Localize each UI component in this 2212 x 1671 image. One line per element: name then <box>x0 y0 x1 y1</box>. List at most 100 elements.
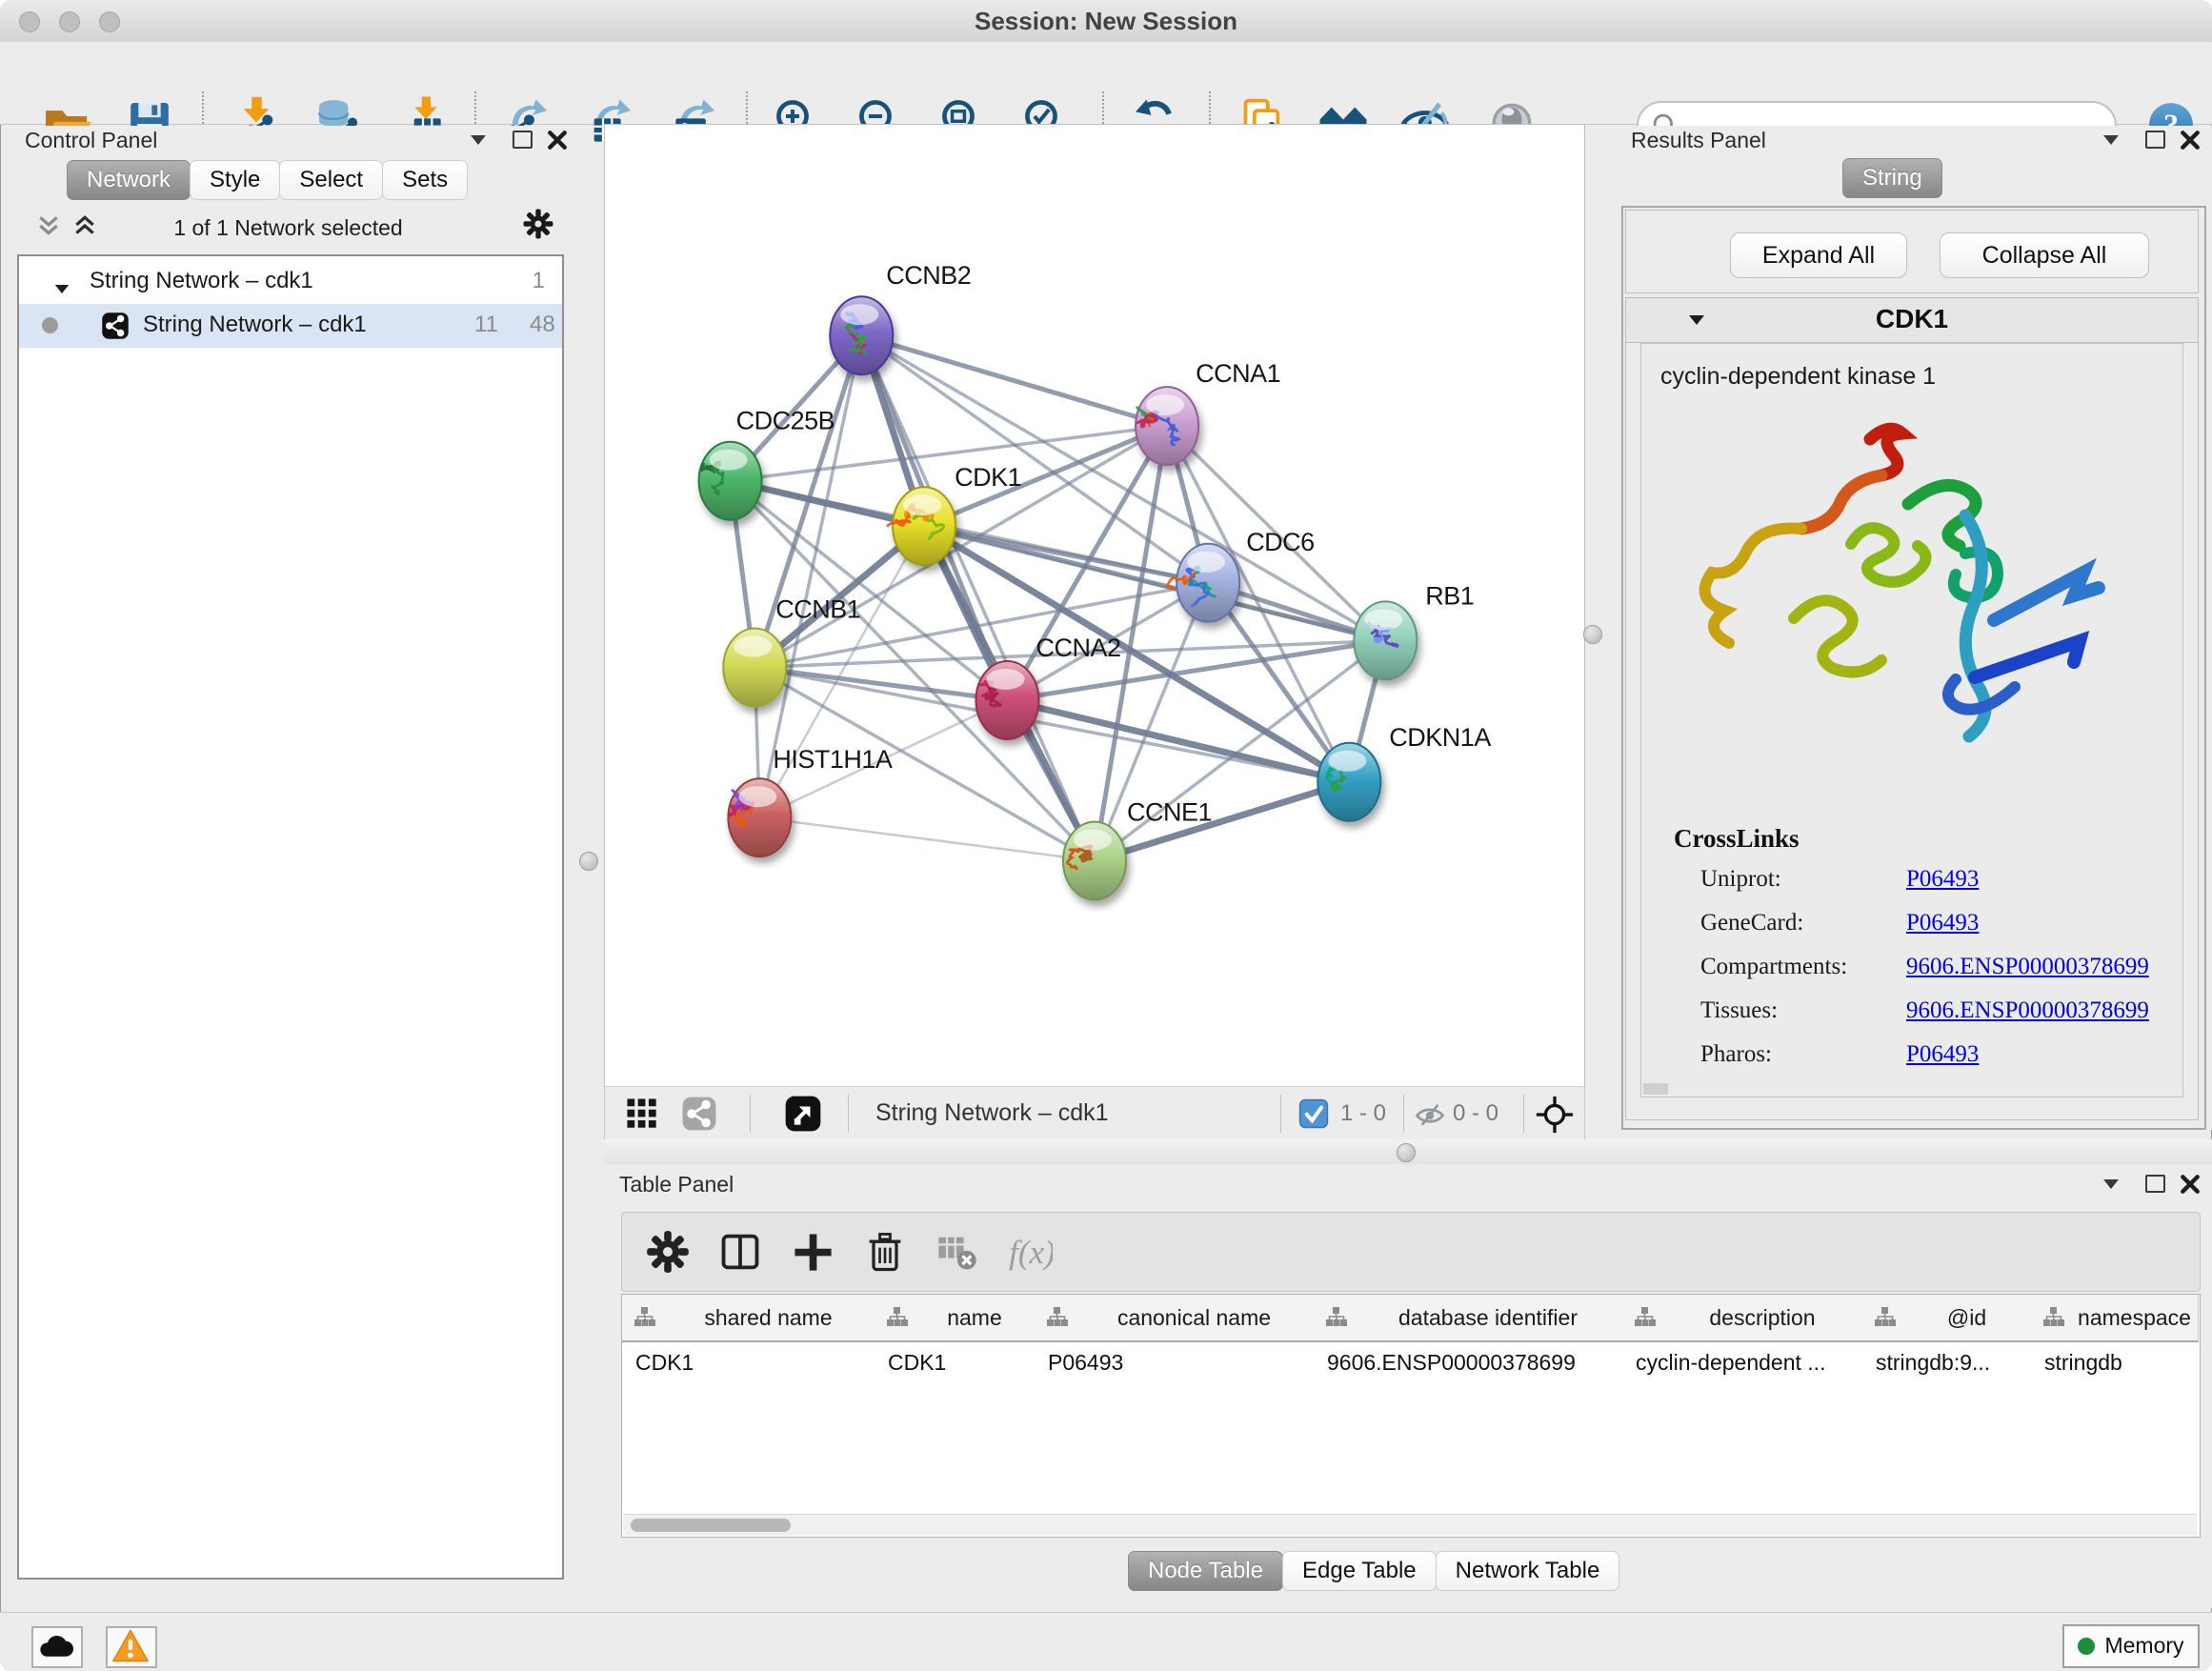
close-control-panel-icon[interactable] <box>547 130 568 155</box>
column-function-icon[interactable] <box>1046 1306 1069 1334</box>
crosslink-value-link[interactable]: P06493 <box>1906 910 1979 936</box>
column-header-label: @id <box>1904 1295 2029 1340</box>
delete-table-icon <box>935 1229 980 1275</box>
tab-string[interactable]: String <box>1842 158 1942 198</box>
column-header--id[interactable]: @id <box>1862 1295 2032 1342</box>
node-label-CDC25B: CDC25B <box>736 407 835 435</box>
collapse-all-button[interactable]: Collapse All <box>1940 232 2149 278</box>
float-control-panel-icon[interactable] <box>513 131 533 149</box>
close-results-panel-icon[interactable] <box>2180 130 2201 155</box>
table-panel: Table Panel f(x) shared namenamecanonica… <box>604 1164 2212 1608</box>
float-table-panel-icon[interactable] <box>2145 1175 2165 1193</box>
network-node-CDK1[interactable] <box>887 487 955 565</box>
tab-network-table[interactable]: Network Table <box>1436 1551 1620 1591</box>
table-cell[interactable]: stringdb:9... <box>1876 1342 2029 1382</box>
memory-status-dot <box>2078 1638 2095 1655</box>
results-scrollbar-thumb[interactable] <box>1643 1083 1668 1095</box>
column-function-icon[interactable] <box>633 1306 656 1334</box>
network-node-CCNB1[interactable] <box>723 629 786 707</box>
edge-CCNB2-RB1[interactable] <box>861 335 1385 640</box>
collapse-results-panel-icon[interactable] <box>2101 133 2121 151</box>
column-header-namespace[interactable]: namespace <box>2031 1295 2199 1342</box>
table-horizontal-scrollbar[interactable] <box>623 1514 2197 1536</box>
crosslink-value-link[interactable]: 9606.ENSP00000378699 <box>1906 997 2149 1024</box>
control-panel: Control Panel NetworkStyleSelectSets 1 o… <box>11 126 565 1589</box>
crosslink-value-link[interactable]: P06493 <box>1906 1041 1979 1068</box>
tree-expander-icon[interactable] <box>53 275 70 302</box>
column-header-label: name <box>916 1295 1033 1340</box>
table-cell[interactable]: P06493 <box>1048 1342 1312 1382</box>
network-node-CCNB2[interactable] <box>830 296 893 374</box>
column-function-icon[interactable] <box>1634 1306 1657 1334</box>
selected-count: 1 - 0 <box>1340 1100 1386 1127</box>
network-canvas[interactable]: CCNB2CCNA1CDC25BCDK1CDC6RB1CCNB1CCNA2CDK… <box>604 124 1585 1088</box>
tab-edge-table[interactable]: Edge Table <box>1282 1551 1437 1591</box>
tab-network[interactable]: Network <box>67 160 191 200</box>
column-header-shared-name[interactable]: shared name <box>622 1295 875 1342</box>
edge-CCNE1-HIST1H1A[interactable] <box>759 817 1095 860</box>
network-collection-row[interactable]: String Network – cdk1 1 <box>19 260 562 304</box>
table-cell[interactable]: CDK1 <box>635 1342 873 1382</box>
network-view-toolbar: String Network – cdk1 1 - 0 0 - 0 <box>604 1086 1585 1141</box>
tab-node-table[interactable]: Node Table <box>1128 1551 1283 1591</box>
network-node-RB1[interactable] <box>1354 601 1417 679</box>
column-function-icon[interactable] <box>1325 1306 1348 1334</box>
network-node-CCNE1[interactable] <box>1063 822 1126 900</box>
close-table-panel-icon[interactable] <box>2180 1174 2201 1199</box>
edge-CCNB2-CCNA1[interactable] <box>861 335 1167 426</box>
crosslink-value-link[interactable]: P06493 <box>1906 866 1979 893</box>
column-header-canonical-name[interactable]: canonical name <box>1035 1295 1315 1342</box>
add-column-icon[interactable] <box>790 1229 835 1275</box>
network-node-CCNA2[interactable] <box>976 661 1039 739</box>
column-function-icon[interactable] <box>886 1306 909 1334</box>
tab-style[interactable]: Style <box>190 160 280 200</box>
crosslink-value-link[interactable]: 9606.ENSP00000378699 <box>1906 954 2149 980</box>
network-node-HIST1H1A[interactable] <box>728 778 791 856</box>
network-node-CDKN1A[interactable] <box>1317 743 1380 821</box>
table-cell[interactable]: cyclin-dependent ... <box>1636 1342 1860 1382</box>
network-node-CDC25B[interactable] <box>699 442 762 520</box>
splitter-handle[interactable] <box>1397 1143 1416 1162</box>
collapse-control-panel-icon[interactable] <box>469 133 488 151</box>
column-header-description[interactable]: description <box>1622 1295 1863 1342</box>
edge-CCNB1-CCNA2[interactable] <box>754 668 1007 700</box>
right-splitter-handle[interactable] <box>1583 625 1602 644</box>
column-function-icon[interactable] <box>2042 1306 2065 1334</box>
network-node-CDC6[interactable] <box>1167 544 1239 622</box>
string-view-icon[interactable] <box>681 1096 717 1137</box>
network-node-CCNA1[interactable] <box>1136 387 1198 465</box>
crosslink-label: GeneCard: <box>1700 910 1803 936</box>
string-network-icon <box>101 312 130 347</box>
float-results-panel-icon[interactable] <box>2145 131 2165 149</box>
column-header-database-identifier[interactable]: database identifier <box>1314 1295 1623 1342</box>
collapse-table-panel-icon[interactable] <box>2101 1178 2121 1196</box>
tab-sets[interactable]: Sets <box>382 160 468 200</box>
table-cell[interactable]: CDK1 <box>888 1342 1033 1382</box>
crosslink-row: Compartments:9606.ENSP00000378699 <box>1700 954 2158 980</box>
birdseye-view-icon[interactable] <box>784 1095 822 1137</box>
memory-button[interactable]: Memory <box>2062 1624 2200 1668</box>
tab-select[interactable]: Select <box>279 160 383 200</box>
hidden-eye-slash-icon[interactable] <box>1413 1098 1447 1137</box>
column-header-label: canonical name <box>1076 1295 1312 1340</box>
delete-column-icon[interactable] <box>862 1229 908 1275</box>
selected-checkbox-icon[interactable] <box>1298 1098 1329 1134</box>
show-columns-icon[interactable] <box>717 1229 763 1275</box>
expand-all-button[interactable]: Expand All <box>1730 232 1907 278</box>
column-function-icon[interactable] <box>1874 1306 1897 1334</box>
network-options-gear-icon[interactable] <box>522 208 554 245</box>
warning-icon <box>110 1628 151 1664</box>
network-row-selected[interactable]: String Network – cdk1 11 48 <box>19 304 562 348</box>
grid-view-icon[interactable] <box>624 1096 660 1137</box>
scrollbar-thumb[interactable] <box>631 1519 791 1532</box>
cloud-button[interactable] <box>31 1626 83 1668</box>
table-options-gear-icon[interactable] <box>645 1229 691 1275</box>
fit-selected-crosshair-icon[interactable] <box>1535 1095 1575 1139</box>
warning-button[interactable] <box>106 1626 157 1668</box>
column-header-name[interactable]: name <box>875 1295 1036 1342</box>
gene-section-header[interactable]: CDK1 <box>1625 297 2199 343</box>
left-splitter-handle[interactable] <box>579 852 598 871</box>
edge-CCNB2-CCNE1[interactable] <box>861 335 1095 860</box>
table-cell[interactable]: stringdb <box>2044 1342 2196 1382</box>
table-cell[interactable]: 9606.ENSP00000378699 <box>1327 1342 1620 1382</box>
